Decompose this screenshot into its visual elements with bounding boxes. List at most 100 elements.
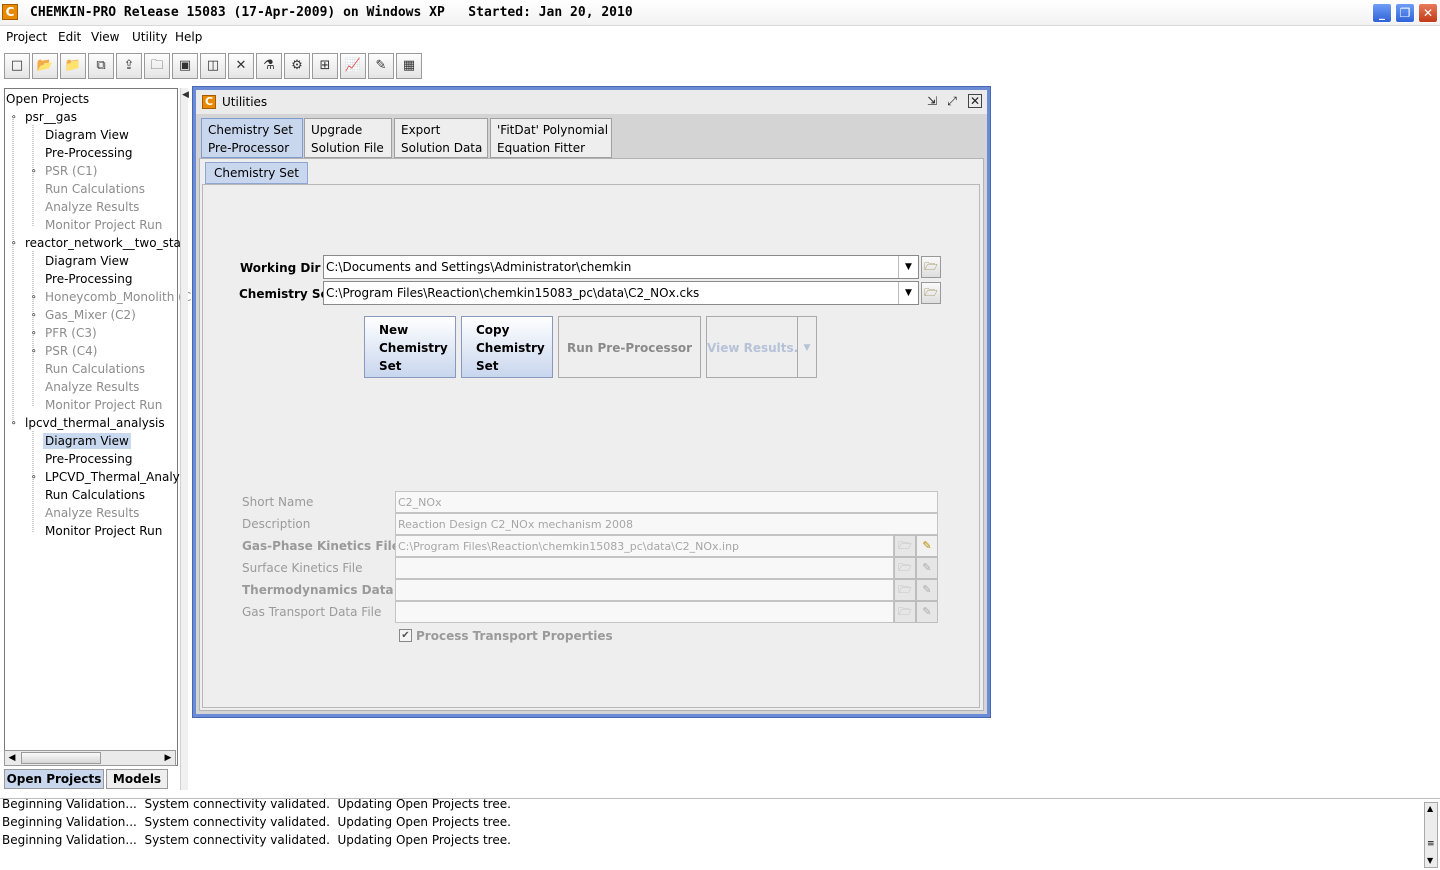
tab-export-solution-data[interactable]: Export Solution Data xyxy=(394,118,488,158)
browse-folder-icon[interactable]: 🗁 xyxy=(894,601,916,623)
reactor-icon[interactable]: ⚙ xyxy=(284,53,310,79)
tree-item[interactable]: Diagram View xyxy=(45,253,129,269)
maximize-icon[interactable]: ⤢ xyxy=(944,94,960,110)
gas-kinetics-field[interactable]: C:\Program Files\Reaction\chemkin15083_p… xyxy=(395,535,894,557)
tab-chemistry-set[interactable]: Chemistry Set xyxy=(205,162,308,184)
save-icon[interactable]: ▣ xyxy=(172,53,198,79)
tree-project[interactable]: reactor_network__two_stag xyxy=(25,235,189,251)
browse-folder-icon[interactable]: 🗁 xyxy=(894,557,916,579)
tree-expand-icon[interactable]: ⚬ xyxy=(30,312,38,321)
import-icon[interactable]: ⇪ xyxy=(116,53,142,79)
tab-open-projects[interactable]: Open Projects xyxy=(4,769,104,789)
image-icon[interactable]: ▦ xyxy=(396,53,422,79)
scroll-thumb[interactable]: ≡ xyxy=(1427,839,1435,849)
tree-expand-icon[interactable]: ⚬ xyxy=(30,330,38,339)
open-folder-icon[interactable]: 📂 xyxy=(32,53,58,79)
surface-kinetics-field[interactable] xyxy=(395,557,894,579)
copy-icon[interactable]: ⧉ xyxy=(88,53,114,79)
new-file-icon[interactable]: □ xyxy=(4,53,30,79)
tree-expand-icon[interactable]: ⚬ xyxy=(10,240,18,249)
log-vertical-scrollbar[interactable]: ▲ ≡ ▼ xyxy=(1424,802,1438,868)
folder-icon[interactable]: 🗀 xyxy=(144,53,170,79)
tree-item[interactable]: PFR (C3) xyxy=(45,325,97,341)
tree-item[interactable]: Run Calculations xyxy=(45,361,145,377)
tree-item[interactable]: Monitor Project Run xyxy=(45,217,162,233)
tree-project[interactable]: psr__gas xyxy=(25,109,77,125)
browse-folder-icon[interactable]: 🗁 xyxy=(894,579,916,601)
description-field[interactable]: Reaction Design C2_NOx mechanism 2008 xyxy=(395,513,938,535)
tree-expand-icon[interactable]: ⚬ xyxy=(30,474,38,483)
tab-chemistry-set-preprocessor[interactable]: Chemistry Set Pre-Processor xyxy=(201,118,303,158)
chemistry-icon[interactable]: ⚗ xyxy=(256,53,282,79)
tree-item[interactable]: Run Calculations xyxy=(45,487,145,503)
pencil-icon[interactable]: ✎ xyxy=(916,579,938,601)
save-all-icon[interactable]: ◫ xyxy=(200,53,226,79)
menu-help[interactable]: Help xyxy=(175,29,202,45)
scroll-right-icon[interactable]: ▶ xyxy=(161,751,175,765)
tree-expand-icon[interactable]: ⚬ xyxy=(30,294,38,303)
tree-root[interactable]: Open Projects xyxy=(6,91,89,107)
tree-item[interactable]: Analyze Results xyxy=(45,505,139,521)
tree-item[interactable]: Analyze Results xyxy=(45,379,139,395)
collapse-arrow-icon[interactable]: ◀ xyxy=(182,90,189,100)
tree-expand-icon[interactable]: ⚬ xyxy=(10,114,18,123)
close-window-icon[interactable]: ✕ xyxy=(1418,3,1438,23)
minimize-icon[interactable]: _ xyxy=(1372,3,1392,23)
tree-item[interactable]: Honeycomb_Monolith (C xyxy=(45,289,191,305)
working-dir-combo[interactable]: C:\Documents and Settings\Administrator\… xyxy=(323,255,919,279)
tree-expand-icon[interactable]: ⚬ xyxy=(10,420,18,429)
scroll-thumb[interactable] xyxy=(21,752,101,764)
tree-expand-icon[interactable]: ⚬ xyxy=(30,168,38,177)
close-icon[interactable]: ✕ xyxy=(228,53,254,79)
iconify-icon[interactable]: ⇲ xyxy=(924,94,940,110)
new-chemistry-set-button[interactable]: New Chemistry Set xyxy=(364,316,456,378)
tree-item-selected[interactable]: Diagram View xyxy=(43,433,131,449)
copy-chemistry-set-button[interactable]: Copy Chemistry Set xyxy=(461,316,553,378)
graph-icon[interactable]: 📈 xyxy=(340,53,366,79)
tab-models[interactable]: Models xyxy=(106,769,168,789)
menu-project[interactable]: Project xyxy=(6,29,47,45)
tree-item[interactable]: Monitor Project Run xyxy=(45,397,162,413)
thermo-field[interactable] xyxy=(395,579,894,601)
tree-item[interactable]: Diagram View xyxy=(45,127,129,143)
menu-utility[interactable]: Utility xyxy=(132,29,167,45)
scroll-left-icon[interactable]: ◀ xyxy=(5,751,19,765)
edit-graph-icon[interactable]: ✎ xyxy=(368,53,394,79)
run-preprocessor-button[interactable]: Run Pre-Processor xyxy=(558,316,701,378)
tab-fitdat-equation-fitter[interactable]: 'FitDat' Polynomial Equation Fitter xyxy=(490,118,612,158)
chevron-down-icon[interactable]: ▼ xyxy=(898,256,918,278)
chemistry-set-combo[interactable]: C:\Program Files\Reaction\chemkin15083_p… xyxy=(323,281,919,305)
tree-item[interactable]: LPCVD_Thermal_Analyz xyxy=(45,469,186,485)
menu-edit[interactable]: Edit xyxy=(58,29,81,45)
transport-field[interactable] xyxy=(395,601,894,623)
tree-item[interactable]: Pre-Processing xyxy=(45,271,133,287)
tree-item[interactable]: PSR (C4) xyxy=(45,343,97,359)
browse-folder-icon[interactable]: 🗁 xyxy=(921,256,941,278)
tree-item[interactable]: Gas_Mixer (C2) xyxy=(45,307,136,323)
scroll-up-icon[interactable]: ▲ xyxy=(1427,803,1433,815)
view-results-button[interactable]: View Results... xyxy=(706,316,807,378)
short-name-field[interactable]: C2_NOx xyxy=(395,491,938,513)
view-results-dropdown-icon[interactable]: ▼ xyxy=(797,316,817,378)
tree-item[interactable]: Pre-Processing xyxy=(45,451,133,467)
browse-folder-icon[interactable]: 🗁 xyxy=(894,535,916,557)
panel-splitter[interactable] xyxy=(180,88,188,790)
pencil-icon[interactable]: ✎ xyxy=(916,535,938,557)
close-icon[interactable]: ✕ xyxy=(968,94,982,108)
tree-item[interactable]: Monitor Project Run xyxy=(45,523,162,539)
pencil-icon[interactable]: ✎ xyxy=(916,557,938,579)
tree-item[interactable]: Pre-Processing xyxy=(45,145,133,161)
tree-horizontal-scrollbar[interactable]: ◀ ▶ xyxy=(4,750,176,766)
tree-item[interactable]: PSR (C1) xyxy=(45,163,97,179)
tree-project[interactable]: lpcvd_thermal_analysis xyxy=(25,415,165,431)
restore-icon[interactable]: ❐ xyxy=(1395,3,1415,23)
chevron-down-icon[interactable]: ▼ xyxy=(898,282,918,304)
pencil-icon[interactable]: ✎ xyxy=(916,601,938,623)
tree-item[interactable]: Run Calculations xyxy=(45,181,145,197)
tab-upgrade-solution-file[interactable]: Upgrade Solution File xyxy=(304,118,392,158)
network-icon[interactable]: ⊞ xyxy=(312,53,338,79)
tree-expand-icon[interactable]: ⚬ xyxy=(30,348,38,357)
menu-view[interactable]: View xyxy=(91,29,119,45)
open-project-icon[interactable]: 📁 xyxy=(60,53,86,79)
tree-item[interactable]: Analyze Results xyxy=(45,199,139,215)
